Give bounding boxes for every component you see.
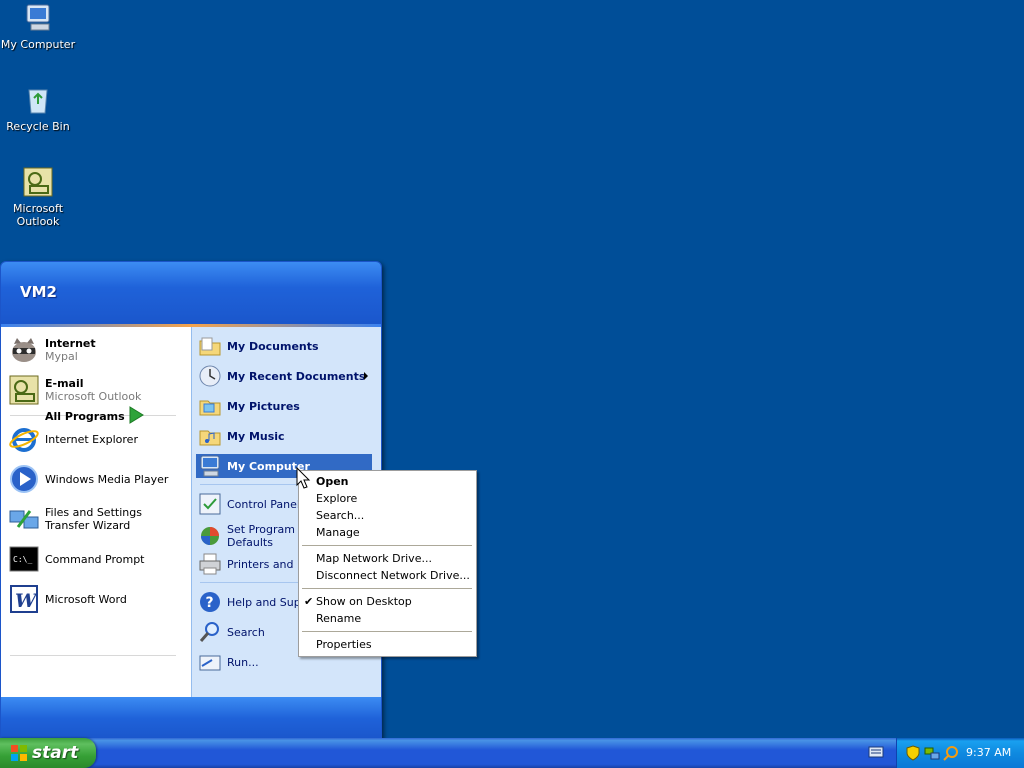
media-player-icon: [8, 463, 40, 495]
context-show-on-desktop[interactable]: Show on Desktop: [316, 595, 412, 608]
svg-text:C:\_: C:\_: [13, 555, 32, 564]
start-label: start: [32, 743, 79, 763]
context-menu: Open Explore Search... Manage Map Networ…: [298, 470, 477, 657]
all-programs-label: All Programs: [45, 410, 125, 423]
context-search[interactable]: Search...: [316, 509, 364, 522]
recent-transfer-wizard[interactable]: Files and Settings Transfer Wizard: [8, 501, 186, 537]
start-button[interactable]: start: [0, 738, 96, 768]
user-name: VM2: [20, 283, 57, 301]
desktop-icon-recycle-bin[interactable]: Recycle Bin: [0, 84, 76, 133]
item-label: Printers and Fa: [227, 557, 310, 571]
recent-label: Internet Explorer: [45, 432, 138, 446]
run-icon: [198, 650, 222, 674]
windows-logo-icon: [10, 744, 28, 762]
desktop-icon-my-computer[interactable]: My Computer: [0, 2, 76, 51]
item-label: My Recent Documents: [227, 369, 366, 383]
recent-label: Microsoft Word: [45, 592, 127, 606]
internet-explorer-icon: [8, 423, 40, 455]
context-explore[interactable]: Explore: [316, 492, 357, 505]
submenu-arrow-icon: [364, 372, 368, 380]
context-separator: [302, 545, 472, 546]
outlook-icon: [22, 166, 54, 198]
pinned-subtitle: Microsoft Outlook: [45, 390, 142, 403]
security-shield-icon[interactable]: [905, 745, 921, 761]
context-rename[interactable]: Rename: [316, 612, 361, 625]
all-programs-separator: [10, 655, 176, 656]
folder-icon: [198, 394, 222, 418]
recent-label: Files and Settings Transfer Wizard: [45, 506, 142, 532]
command-prompt-icon: C:\_: [8, 543, 40, 575]
recycle-bin-icon: [22, 84, 54, 116]
desktop-icon-outlook[interactable]: Microsoft Outlook: [0, 166, 76, 228]
item-label: My Documents: [227, 339, 319, 353]
printer-icon: [198, 552, 222, 576]
item-label: Control Panel: [227, 497, 300, 511]
recent-media-player[interactable]: Windows Media Player: [8, 461, 186, 497]
help-icon: ?: [198, 590, 222, 614]
word-icon: W: [8, 583, 40, 615]
context-manage[interactable]: Manage: [316, 526, 360, 539]
my-computer-icon: [22, 2, 54, 34]
my-music-item[interactable]: My Music: [196, 424, 372, 448]
outlook-icon: [8, 374, 40, 406]
my-recent-documents-item[interactable]: My Recent Documents: [196, 364, 372, 388]
recent-documents-icon: [198, 364, 222, 388]
start-menu-footer: [1, 697, 381, 740]
green-arrow-icon: [126, 405, 146, 425]
my-documents-item[interactable]: My Documents: [196, 334, 372, 358]
context-open[interactable]: Open: [316, 475, 349, 488]
item-label: My Pictures: [227, 399, 300, 413]
checkmark-icon: ✔: [304, 595, 314, 608]
search-icon: [198, 620, 222, 644]
raccoon-browser-icon: [8, 334, 40, 366]
control-panel-icon: [198, 492, 222, 516]
network-icon[interactable]: [924, 745, 940, 761]
item-label: My Music: [227, 429, 285, 443]
search-tray-icon[interactable]: [943, 745, 959, 761]
item-label: Run...: [227, 655, 259, 669]
pinned-email[interactable]: E-mail Microsoft Outlook: [8, 372, 186, 408]
context-disconnect-network-drive[interactable]: Disconnect Network Drive...: [316, 569, 470, 582]
pinned-title: Internet: [45, 337, 96, 350]
my-pictures-item[interactable]: My Pictures: [196, 394, 372, 418]
my-computer-icon: [198, 454, 222, 478]
clock: 9:37 AM: [966, 746, 1012, 759]
mouse-cursor-icon: [296, 466, 312, 491]
context-separator: [302, 631, 472, 632]
desktop-icon-label: My Computer: [0, 38, 76, 51]
folder-icon: [198, 334, 222, 358]
pinned-subtitle: Mypal: [45, 350, 78, 363]
start-menu-header: VM2: [1, 262, 381, 326]
context-map-network-drive[interactable]: Map Network Drive...: [316, 552, 432, 565]
context-separator: [302, 588, 472, 589]
item-label: Search: [227, 625, 265, 639]
recent-internet-explorer[interactable]: Internet Explorer: [8, 421, 186, 457]
transfer-wizard-icon: [8, 503, 40, 535]
recent-microsoft-word[interactable]: W Microsoft Word: [8, 581, 186, 617]
pinned-internet[interactable]: Internet Mypal: [8, 332, 186, 368]
recent-label: Windows Media Player: [45, 472, 169, 486]
desktop-icon-label: Microsoft Outlook: [12, 202, 64, 228]
pinned-title: E-mail: [45, 377, 84, 390]
desktop-icon-label: Recycle Bin: [6, 120, 70, 133]
folder-icon: [198, 424, 222, 448]
program-defaults-icon: [198, 524, 222, 548]
svg-text:?: ?: [206, 595, 214, 611]
keyboard-language-icon[interactable]: [868, 746, 884, 758]
context-properties[interactable]: Properties: [316, 638, 372, 651]
svg-text:W: W: [15, 590, 38, 612]
recent-label: Command Prompt: [45, 552, 145, 566]
recent-command-prompt[interactable]: C:\_ Command Prompt: [8, 541, 186, 577]
